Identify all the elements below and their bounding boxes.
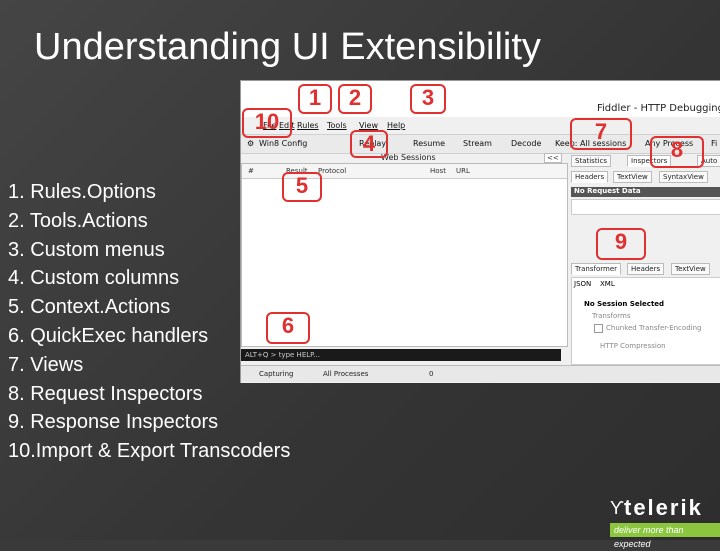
telerik-logo: ϒ telerik deliver more than expected xyxy=(610,495,720,549)
no-request-banner: No Request Data xyxy=(571,187,720,197)
logo-word: telerik xyxy=(624,495,703,520)
tab-response-textview[interactable]: TextView xyxy=(671,263,710,275)
extensibility-list: 1. Rules.Options 2. Tools.Actions 3. Cus… xyxy=(8,178,290,466)
list-item: 8. Request Inspectors xyxy=(8,382,203,405)
subtab-json[interactable]: JSON xyxy=(574,280,591,288)
list-item: 2. Tools.Actions xyxy=(8,209,148,232)
transforms-label: Transforms xyxy=(592,312,631,320)
win8-config-icon: ⚙ xyxy=(247,139,255,148)
callout-2: 2 xyxy=(338,84,372,114)
column-url[interactable]: URL xyxy=(456,167,470,175)
list-item: 6. QuickExec handlers xyxy=(8,324,209,347)
tab-request-textview[interactable]: TextView xyxy=(613,171,652,183)
list-item: 10.Import & Export Transcoders xyxy=(8,440,291,463)
collapse-button[interactable]: << xyxy=(544,153,562,163)
status-count: 0 xyxy=(429,370,434,378)
menu-tools[interactable]: Tools xyxy=(327,121,347,130)
logo-tagline: deliver more than expected xyxy=(610,523,720,549)
status-processes[interactable]: All Processes xyxy=(323,370,368,378)
list-item: 5. Context.Actions xyxy=(8,296,171,319)
tab-request-headers[interactable]: Headers xyxy=(571,171,609,183)
no-session-label: No Session Selected xyxy=(584,300,665,308)
web-sessions-label: Web Sessions xyxy=(381,153,436,162)
tab-statistics[interactable]: Statistics xyxy=(571,155,611,167)
column-number[interactable]: # xyxy=(248,167,254,175)
callout-1: 1 xyxy=(298,84,332,114)
toolbar: ⚙ Win8 Config Replay Resume Stream Decod… xyxy=(241,134,720,154)
compression-label: HTTP Compression xyxy=(600,342,666,350)
decode-button[interactable]: Decode xyxy=(511,139,541,148)
slide-background: Understanding UI Extensibility Fiddler -… xyxy=(0,0,720,549)
menu-help[interactable]: Help xyxy=(387,121,405,130)
menu-rules[interactable]: Rules xyxy=(297,121,319,130)
tab-request-syntaxview[interactable]: SyntaxView xyxy=(659,171,708,183)
list-item: 4. Custom columns xyxy=(8,267,180,290)
callout-7: 7 xyxy=(570,118,632,150)
subtab-xml[interactable]: XML xyxy=(600,280,615,288)
chunked-checkbox[interactable] xyxy=(594,324,603,333)
column-host[interactable]: Host xyxy=(430,167,446,175)
callout-3: 3 xyxy=(410,84,446,114)
list-item: 9. Response Inspectors xyxy=(8,411,219,434)
slide-title: Understanding UI Extensibility xyxy=(34,26,541,68)
menu-view[interactable]: View xyxy=(359,121,378,130)
list-item: 1. Rules.Options xyxy=(8,181,156,203)
status-bar: Capturing All Processes 0 xyxy=(241,365,720,382)
callout-9: 9 xyxy=(596,228,646,260)
list-item: 7. Views xyxy=(8,353,84,376)
callout-10: 10 xyxy=(242,108,292,138)
callout-8: 8 xyxy=(650,136,704,168)
win8-config-button[interactable]: Win8 Config xyxy=(259,139,307,148)
tab-response-headers[interactable]: Headers xyxy=(627,263,665,275)
find-button[interactable]: Fi xyxy=(711,139,717,148)
request-body[interactable] xyxy=(571,199,720,215)
response-panel: JSON XML No Session Selected Transforms … xyxy=(571,277,720,365)
app-title: Fiddler - HTTP Debugging xyxy=(597,103,720,114)
telerik-mark-icon: ϒ xyxy=(610,498,624,518)
list-item: 3. Custom menus xyxy=(8,238,165,261)
resume-button[interactable]: Resume xyxy=(413,139,445,148)
callout-4: 4 xyxy=(350,130,388,158)
stream-button[interactable]: Stream xyxy=(463,139,492,148)
fiddler-screenshot: Fiddler - HTTP Debugging File Edit Rules… xyxy=(240,80,720,383)
chunked-label: Chunked Transfer-Encoding xyxy=(606,324,702,332)
column-protocol[interactable]: Protocol xyxy=(318,167,346,175)
tab-response-transformer[interactable]: Transformer xyxy=(571,263,622,275)
